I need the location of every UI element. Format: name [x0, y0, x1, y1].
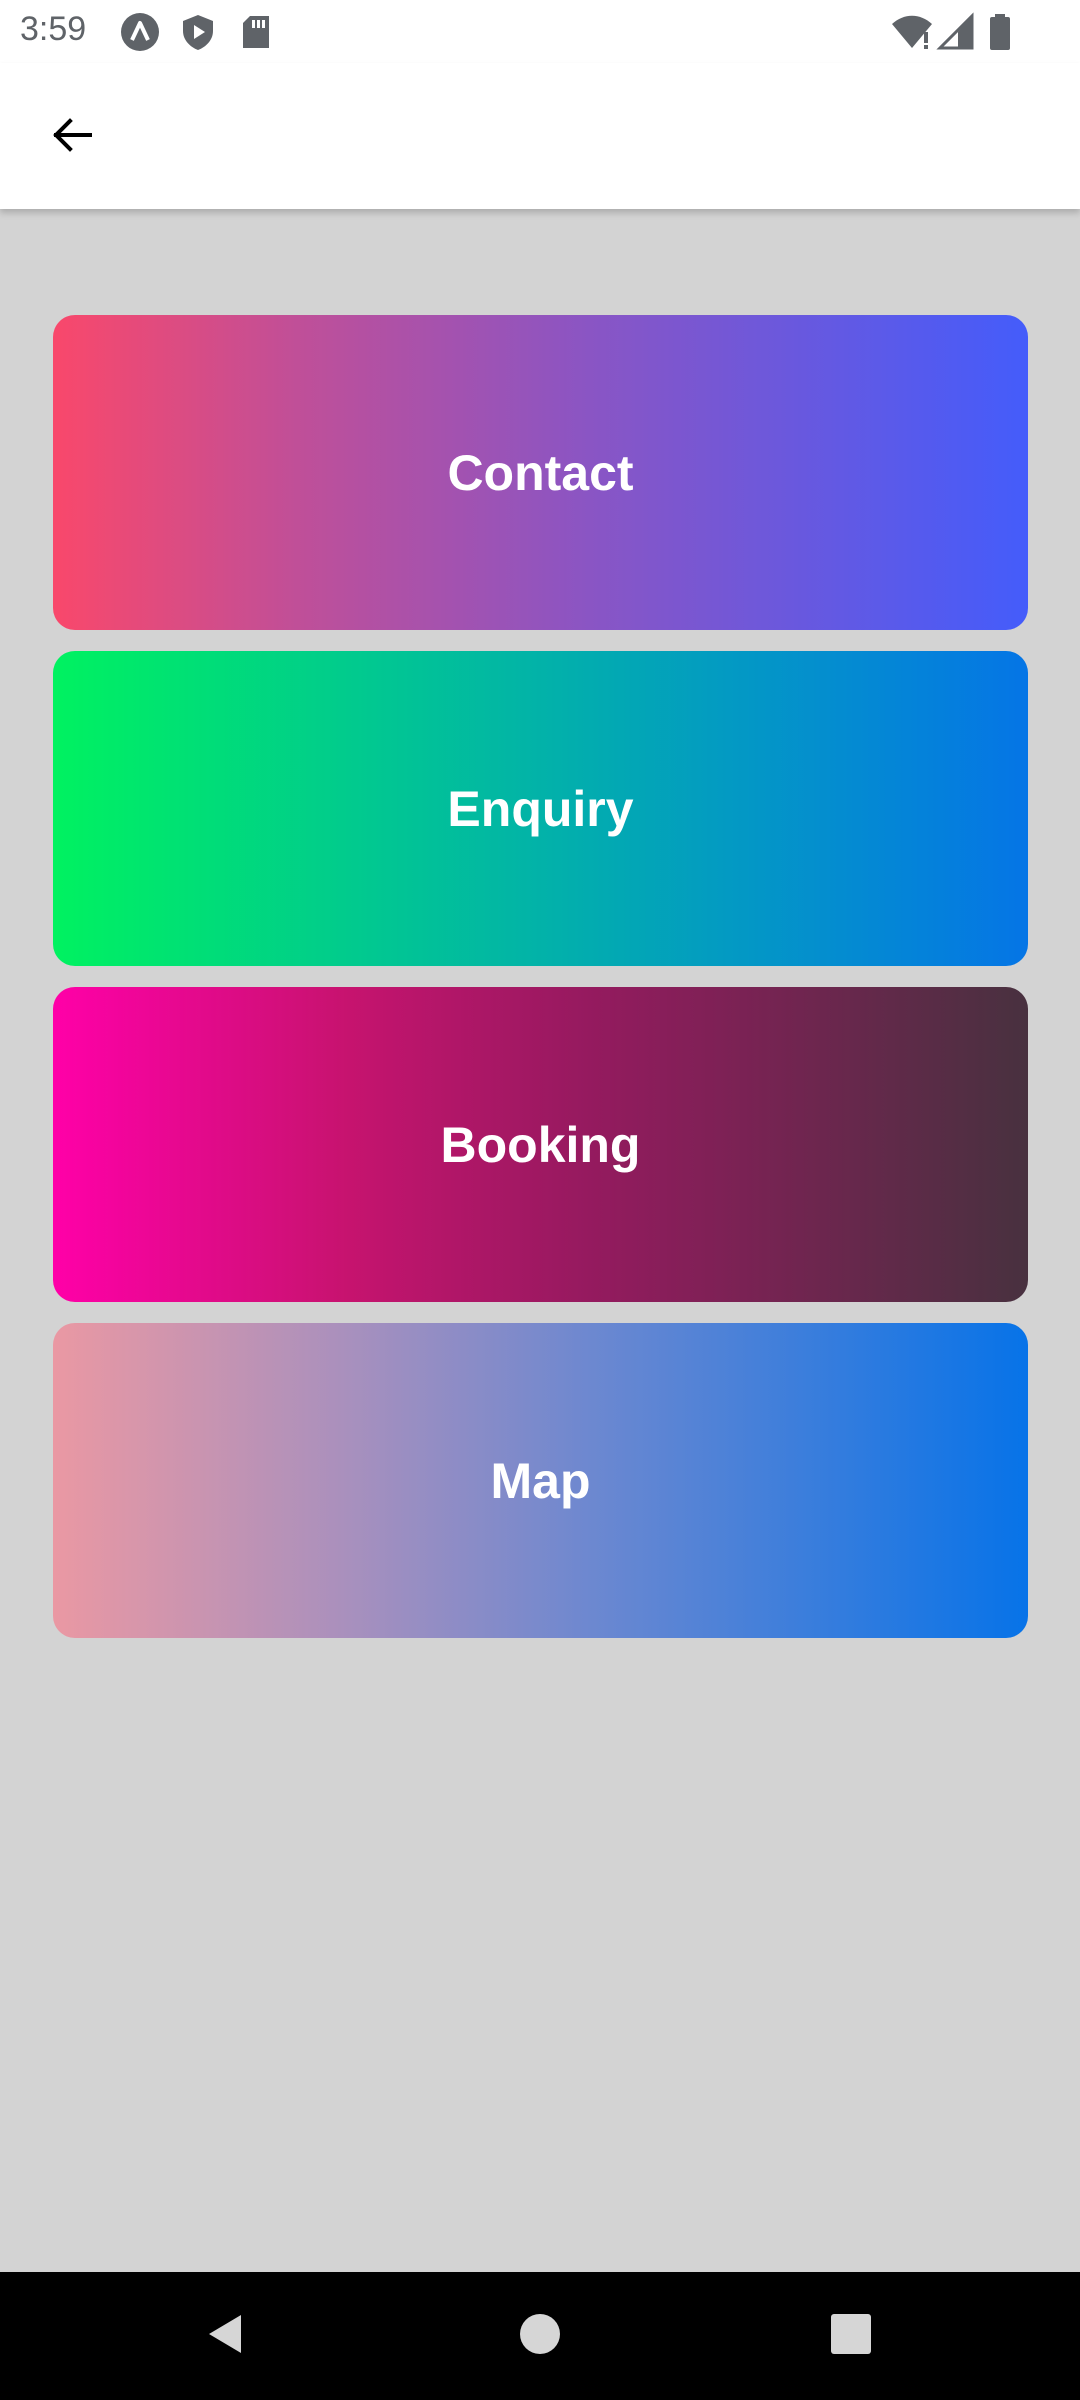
- battery-icon: [980, 12, 1020, 52]
- status-bar: 3:59: [0, 0, 1080, 63]
- status-time: 3:59: [20, 10, 87, 48]
- app-bar: [0, 63, 1080, 209]
- nav-recents-icon: [826, 2309, 876, 2364]
- menu-content: Contact Enquiry Booking Map: [0, 209, 1080, 2272]
- enquiry-button[interactable]: Enquiry: [53, 651, 1028, 966]
- contact-button[interactable]: Contact: [53, 315, 1028, 630]
- nav-home-button[interactable]: [500, 2296, 580, 2376]
- map-label: Map: [490, 1452, 591, 1509]
- arrow-left-icon: [48, 111, 96, 164]
- sd-card-icon: [236, 12, 276, 52]
- nav-home-icon: [515, 2309, 565, 2364]
- nav-back-icon: [201, 2309, 251, 2364]
- map-button[interactable]: Map: [53, 1323, 1028, 1638]
- booking-button[interactable]: Booking: [53, 987, 1028, 1302]
- system-nav-bar: [0, 2272, 1080, 2400]
- wifi-alert-icon: [890, 12, 934, 52]
- ring-a-icon: [120, 12, 160, 52]
- nav-back-button[interactable]: [186, 2296, 266, 2376]
- back-button[interactable]: [34, 99, 110, 175]
- booking-label: Booking: [440, 1116, 641, 1173]
- cell-signal-icon: [936, 12, 976, 52]
- enquiry-label: Enquiry: [447, 780, 634, 837]
- nav-recents-button[interactable]: [811, 2296, 891, 2376]
- contact-label: Contact: [447, 444, 634, 501]
- shield-play-icon: [178, 12, 218, 52]
